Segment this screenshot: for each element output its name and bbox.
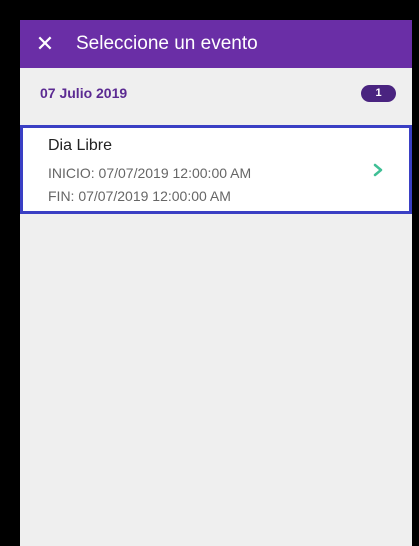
event-count-badge: 1 [361, 84, 396, 102]
date-group-header: 07 Julio 2019 1 [20, 80, 412, 106]
event-start-time: INICIO: 07/07/2019 12:00:00 AM [48, 165, 252, 181]
event-title: Dia Libre [48, 137, 113, 154]
top-app-bar: ✕ Seleccione un evento [20, 20, 412, 68]
close-icon: ✕ [35, 31, 55, 56]
date-label: 07 Julio 2019 [40, 85, 128, 101]
frame-top-border [0, 0, 419, 20]
event-selector-screen: ✕ Seleccione un evento 07 Julio 2019 1 D… [20, 20, 412, 546]
close-button[interactable]: ✕ [20, 20, 70, 68]
event-end-time: FIN: 07/07/2019 12:00:00 AM [48, 188, 231, 204]
frame-right-border [412, 0, 419, 546]
chevron-right-icon [368, 158, 388, 182]
event-list-item[interactable]: Dia Libre INICIO: 07/07/2019 12:00:00 AM… [20, 125, 412, 214]
frame-left-border [0, 0, 20, 546]
page-title: Seleccione un evento [76, 33, 258, 54]
app-frame: ✕ Seleccione un evento 07 Julio 2019 1 D… [0, 0, 419, 546]
